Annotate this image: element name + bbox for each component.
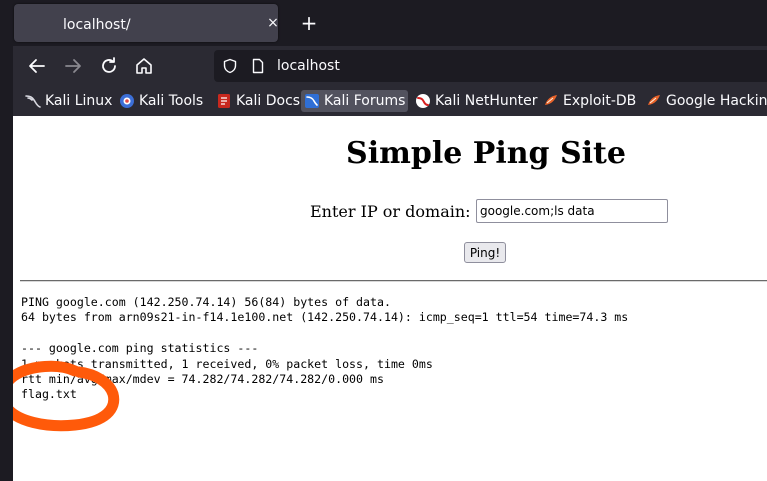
ping-output: PING google.com (142.250.74.14) 56(84) b… [21,295,628,403]
output-line: rtt min/avg/max/mdev = 74.282/74.282/74.… [21,372,384,387]
bookmark-kali-linux[interactable]: Kali Linux [25,90,112,112]
bookmark-label: Kali Tools [139,93,204,109]
page-title: Simple Ping Site [346,136,626,171]
bookmark-label: Kali Docs [236,93,301,109]
bookmark-google-hacking[interactable]: Google Hacking [646,90,767,112]
output-line: PING google.com (142.250.74.14) 56(84) b… [21,295,391,309]
reload-icon[interactable] [97,54,121,78]
bookmark-label: Kali Forums [324,93,406,109]
output-line: --- google.com ping statistics --- [21,341,259,356]
page-info-icon[interactable] [250,58,266,74]
ping-button[interactable]: Ping! [464,242,506,263]
window-edge [0,0,13,481]
arrow-right-icon[interactable] [61,54,85,78]
output-line: 64 bytes from arn09s21-in-f14.1e100.net … [21,310,629,325]
page-content: Simple Ping Site Enter IP or domain: goo… [13,116,767,481]
kali-tools-icon [119,93,135,109]
bookmark-exploit-db[interactable]: Exploit-DB [543,90,636,112]
bookmark-label: Google Hacking [666,93,767,109]
nethunter-icon [415,93,431,109]
ip-domain-input[interactable]: google.com;ls data [476,199,668,223]
bookmark-label: Exploit-DB [563,93,637,109]
bookmark-label: Kali NetHunter [435,93,538,109]
bookmark-kali-docs[interactable]: Kali Docs [216,90,300,112]
output-line-flag: flag.txt [21,387,77,402]
ip-input-label: Enter IP or domain: [310,202,471,221]
tracking-protection-shield-icon[interactable] [222,58,238,74]
kali-forums-icon [304,93,320,109]
url-bar[interactable]: localhost [214,50,767,82]
bookmark-kali-nethunter[interactable]: Kali NetHunter [415,90,537,112]
close-tab-icon[interactable]: × [265,15,281,31]
bookmark-kali-forums[interactable]: Kali Forums [301,90,409,112]
ghdb-icon [646,93,662,109]
navigation-toolbar: localhost [13,46,767,86]
bookmark-label: Kali Linux [45,93,113,109]
tab-title: localhost/ [63,17,131,33]
kali-docs-icon [216,93,232,109]
divider [20,280,767,282]
new-tab-icon[interactable]: + [298,12,320,34]
bookmark-kali-tools[interactable]: Kali Tools [119,90,203,112]
exploit-db-icon [543,93,559,109]
kali-dragon-icon [25,93,41,109]
output-line: 1 packets transmitted, 1 received, 0% pa… [21,356,433,371]
url-text[interactable]: localhost [277,58,340,74]
bookmarks-toolbar: Kali Linux Kali Tools Kali Docs Kali For… [13,86,767,116]
tab-localhost[interactable]: localhost/ × [14,4,281,42]
tab-strip: localhost/ × + [13,0,767,46]
arrow-left-icon[interactable] [25,54,49,78]
home-icon[interactable] [132,54,156,78]
